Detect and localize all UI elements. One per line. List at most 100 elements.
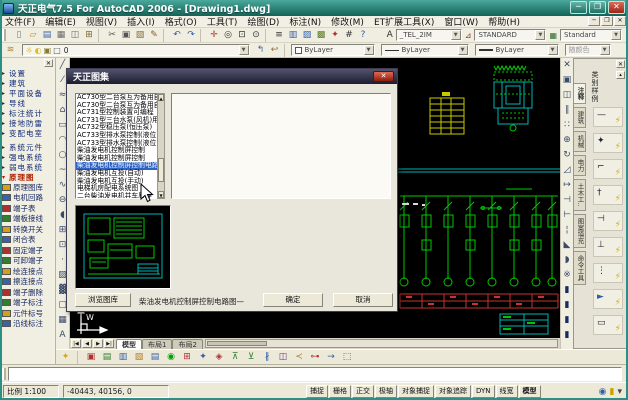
rotate-icon[interactable]: ↻: [561, 148, 573, 163]
copy-object-icon[interactable]: ▣: [561, 73, 573, 88]
scale-indicator[interactable]: 比例 1:100: [3, 385, 59, 398]
layer-previous-icon[interactable]: ↩: [268, 44, 281, 57]
table-icon[interactable]: ▦: [57, 313, 69, 328]
menu-item[interactable]: ET扩展工具(X): [369, 15, 439, 28]
status-toggle[interactable]: 正交: [352, 385, 374, 398]
screen-menu-group[interactable]: ▸设置: [0, 68, 55, 78]
lineweight-combo[interactable]: ByLayer ▼: [475, 44, 559, 56]
palette-tab[interactable]: 机械: [574, 131, 586, 152]
erase-icon[interactable]: ✕: [561, 58, 573, 73]
screen-menu-item[interactable]: 电机回路: [0, 193, 55, 204]
status-toggle[interactable]: 对象追踪: [435, 385, 471, 398]
list-scrollbar[interactable]: ▲ ▼: [157, 93, 165, 199]
zoom-previous-icon[interactable]: ⊙: [250, 29, 263, 42]
mdi-restore-button[interactable]: ❐: [601, 16, 613, 26]
cable-tool-icon[interactable]: ✦⚡: [593, 133, 623, 153]
multiline-text-icon[interactable]: A: [57, 328, 69, 343]
screen-menu-item[interactable]: 端子表: [0, 203, 55, 214]
menu-item[interactable]: 标注(N): [284, 15, 326, 28]
screen-menu-item[interactable]: 擦连接点: [0, 277, 55, 288]
tab-nav-icon[interactable]: |◀: [71, 339, 81, 348]
screen-menu-group[interactable]: ▸变配电室: [0, 128, 55, 138]
palette-tab[interactable]: 建筑: [574, 107, 586, 128]
extend-icon[interactable]: ⊢: [561, 208, 573, 223]
dropdown-arrow-icon[interactable]: ▼: [451, 30, 461, 40]
status-toggle[interactable]: 栅格: [329, 385, 351, 398]
fillet-icon[interactable]: ◗: [561, 253, 573, 268]
ok-button[interactable]: 确定: [263, 293, 323, 307]
trim-icon[interactable]: ⊣: [561, 193, 573, 208]
layer-combo[interactable]: ☼◐▣□ 0 ▼: [22, 44, 250, 56]
tz-distribute-tool-icon[interactable]: ∦: [261, 351, 274, 364]
menu-item[interactable]: 窗口(W): [439, 15, 483, 28]
contact-tool-icon[interactable]: ⊣⚡: [593, 211, 623, 231]
text-style-combo[interactable]: _TEL_2IM ▼: [396, 29, 462, 41]
browse-library-button[interactable]: 浏览图库: [75, 293, 131, 307]
layout-tab[interactable]: 模型: [116, 339, 142, 349]
palette-tab[interactable]: 电力: [574, 155, 586, 176]
screen-menu-close-icon[interactable]: ✕: [44, 59, 53, 67]
screen-menu-group[interactable]: ▾原理图: [0, 172, 55, 182]
menu-item[interactable]: 格式(O): [160, 15, 202, 28]
minimize-button[interactable]: ─: [570, 1, 587, 14]
array-icon[interactable]: ∷: [561, 118, 573, 133]
screen-menu-item[interactable]: 原理图库: [0, 182, 55, 193]
screen-menu-item[interactable]: 元件标号: [0, 308, 55, 319]
close-button[interactable]: ✕: [608, 1, 625, 14]
command-grip[interactable]: [2, 368, 6, 380]
zoom-window-icon[interactable]: ⊡: [236, 29, 249, 42]
tz-box-tool-icon[interactable]: ⬚: [341, 351, 354, 364]
tz-probe-tool-icon[interactable]: ⊶: [309, 351, 322, 364]
panel-tool-4-icon[interactable]: ▮: [561, 328, 573, 343]
chamfer-icon[interactable]: ◣: [561, 238, 573, 253]
status-toggle[interactable]: 极轴: [375, 385, 397, 398]
linetype-combo[interactable]: ByLayer ▼: [381, 44, 469, 56]
scale-icon[interactable]: ◿: [561, 163, 573, 178]
panel-tool-1-icon[interactable]: ▮: [561, 283, 573, 298]
screen-menu-group[interactable]: ▸接地防雷: [0, 118, 55, 128]
tz-arrow-tool-icon[interactable]: →: [325, 351, 338, 364]
layer-manager-icon[interactable]: ≋: [4, 44, 17, 57]
tab-nav-icon[interactable]: ◀: [82, 339, 92, 348]
publish-icon[interactable]: ⊞: [83, 29, 96, 42]
screen-menu-item[interactable]: 可卸端子: [0, 256, 55, 267]
screen-menu-group[interactable]: ▸平面设备: [0, 88, 55, 98]
help-icon[interactable]: ?: [357, 29, 370, 42]
new-icon[interactable]: ▯: [13, 29, 26, 42]
tz-wire-tool-icon[interactable]: ▥: [117, 351, 130, 364]
toolbar-lock-icon[interactable]: ▮: [610, 387, 615, 397]
tz-symbol-tool-icon[interactable]: ▧: [133, 351, 146, 364]
wire-tool-icon[interactable]: —⚡: [593, 107, 623, 127]
arrow-tool-icon[interactable]: ►⚡: [593, 289, 623, 309]
markup-set-manager-icon[interactable]: ✦: [329, 29, 342, 42]
tz-circle-tool-icon[interactable]: ◉: [165, 351, 178, 364]
tz-table-tool-icon[interactable]: ▤: [101, 351, 114, 364]
menu-item[interactable]: 文件(F): [0, 15, 40, 28]
quickcalc-icon[interactable]: #: [343, 29, 356, 42]
panel-tool-3-icon[interactable]: ▮: [561, 313, 573, 328]
dialog-close-button[interactable]: ✕: [373, 71, 394, 82]
copy-icon[interactable]: ▣: [120, 29, 133, 42]
screen-menu-item[interactable]: 绘连接点: [0, 266, 55, 277]
status-toggle[interactable]: 模型: [519, 385, 541, 398]
stretch-icon[interactable]: ↦: [561, 178, 573, 193]
dropdown-arrow-icon[interactable]: ▼: [548, 45, 558, 55]
dropdown-arrow-icon[interactable]: ▼: [364, 45, 374, 55]
menu-item[interactable]: 工具(T): [202, 15, 243, 28]
screen-menu-item[interactable]: 转换开关: [0, 224, 55, 235]
command-input[interactable]: [8, 367, 622, 381]
box-tool-icon[interactable]: ▭⚡: [593, 315, 623, 335]
switch-tool-icon[interactable]: ⌐⚡: [593, 159, 623, 179]
sheet-set-manager-icon[interactable]: ▩: [315, 29, 328, 42]
tz-mirror-tool-icon[interactable]: ◫: [277, 351, 290, 364]
toolbar-grip[interactable]: [2, 29, 6, 41]
screen-menu-group[interactable]: ▸弱电系统: [0, 162, 55, 172]
tz-grid-tool-icon[interactable]: ▣: [85, 351, 98, 364]
tz-align-top-tool-icon[interactable]: ⊼: [229, 351, 242, 364]
panel-tool-2-icon[interactable]: ▮: [561, 298, 573, 313]
communication-center-icon[interactable]: ◉: [599, 387, 607, 397]
make-object-layer-current-icon[interactable]: ↰: [254, 44, 267, 57]
screen-menu-group[interactable]: ▸强电系统: [0, 152, 55, 162]
palette-tab[interactable]: 命令工具: [574, 251, 586, 285]
cancel-button[interactable]: 取消: [333, 293, 393, 307]
